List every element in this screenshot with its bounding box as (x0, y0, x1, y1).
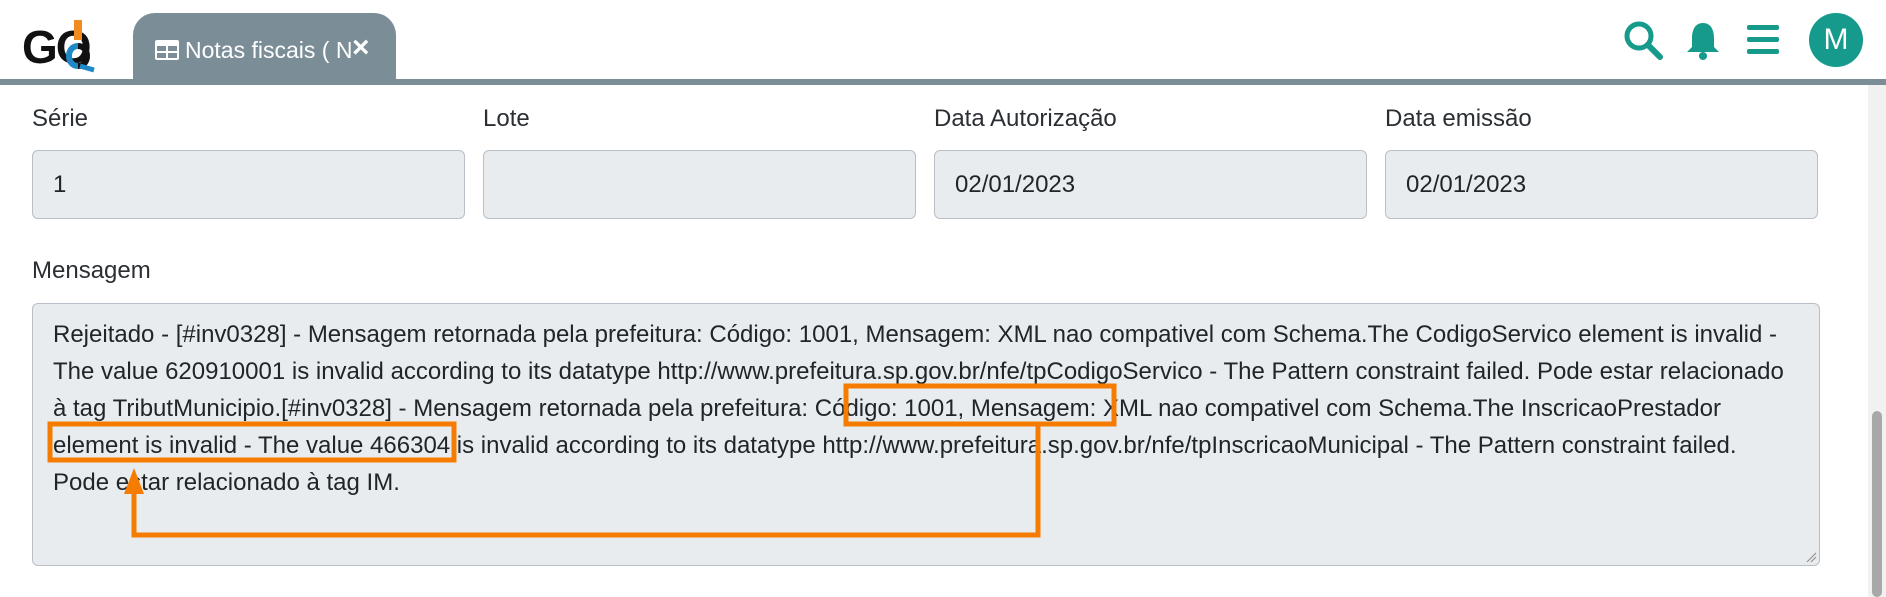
mensagem-label: Mensagem (32, 257, 151, 284)
data-emissao-label: Data emissão (1385, 105, 1532, 132)
serie-label: Série (32, 105, 89, 132)
hamburger-menu-icon[interactable] (1744, 20, 1784, 60)
top-navbar: GO Notas fiscais ( NFS-e ) × M (0, 0, 1886, 80)
search-icon[interactable] (1623, 20, 1663, 60)
go-logo-icon (66, 20, 95, 73)
close-tab-button[interactable]: × (352, 33, 370, 63)
bell-icon[interactable] (1683, 20, 1723, 60)
topbar-divider (0, 79, 1886, 85)
data-autorizacao-field[interactable]: 02/01/2023 (934, 150, 1367, 219)
user-avatar[interactable]: M (1809, 13, 1863, 67)
mensagem-text: Rejeitado - [#inv0328] - Mensagem retorn… (53, 321, 1784, 496)
serie-field[interactable]: 1 (32, 150, 465, 219)
tab-notas-fiscais[interactable]: Notas fiscais ( NFS-e ) × (133, 13, 396, 80)
scrollbar-thumb[interactable] (1872, 411, 1882, 597)
resize-grip-icon[interactable] (1805, 551, 1817, 563)
mensagem-textarea[interactable]: Rejeitado - [#inv0328] - Mensagem retorn… (32, 303, 1820, 566)
go-logo[interactable]: GO (22, 16, 112, 74)
table-icon (155, 40, 179, 60)
data-emissao-field[interactable]: 02/01/2023 (1385, 150, 1818, 219)
lote-label: Lote (483, 105, 530, 132)
tab-label: Notas fiscais ( NFS-e ) (185, 37, 353, 63)
lote-field[interactable] (483, 150, 916, 219)
page-scrollbar[interactable] (1868, 85, 1886, 597)
data-autorizacao-label: Data Autorização (934, 105, 1117, 132)
